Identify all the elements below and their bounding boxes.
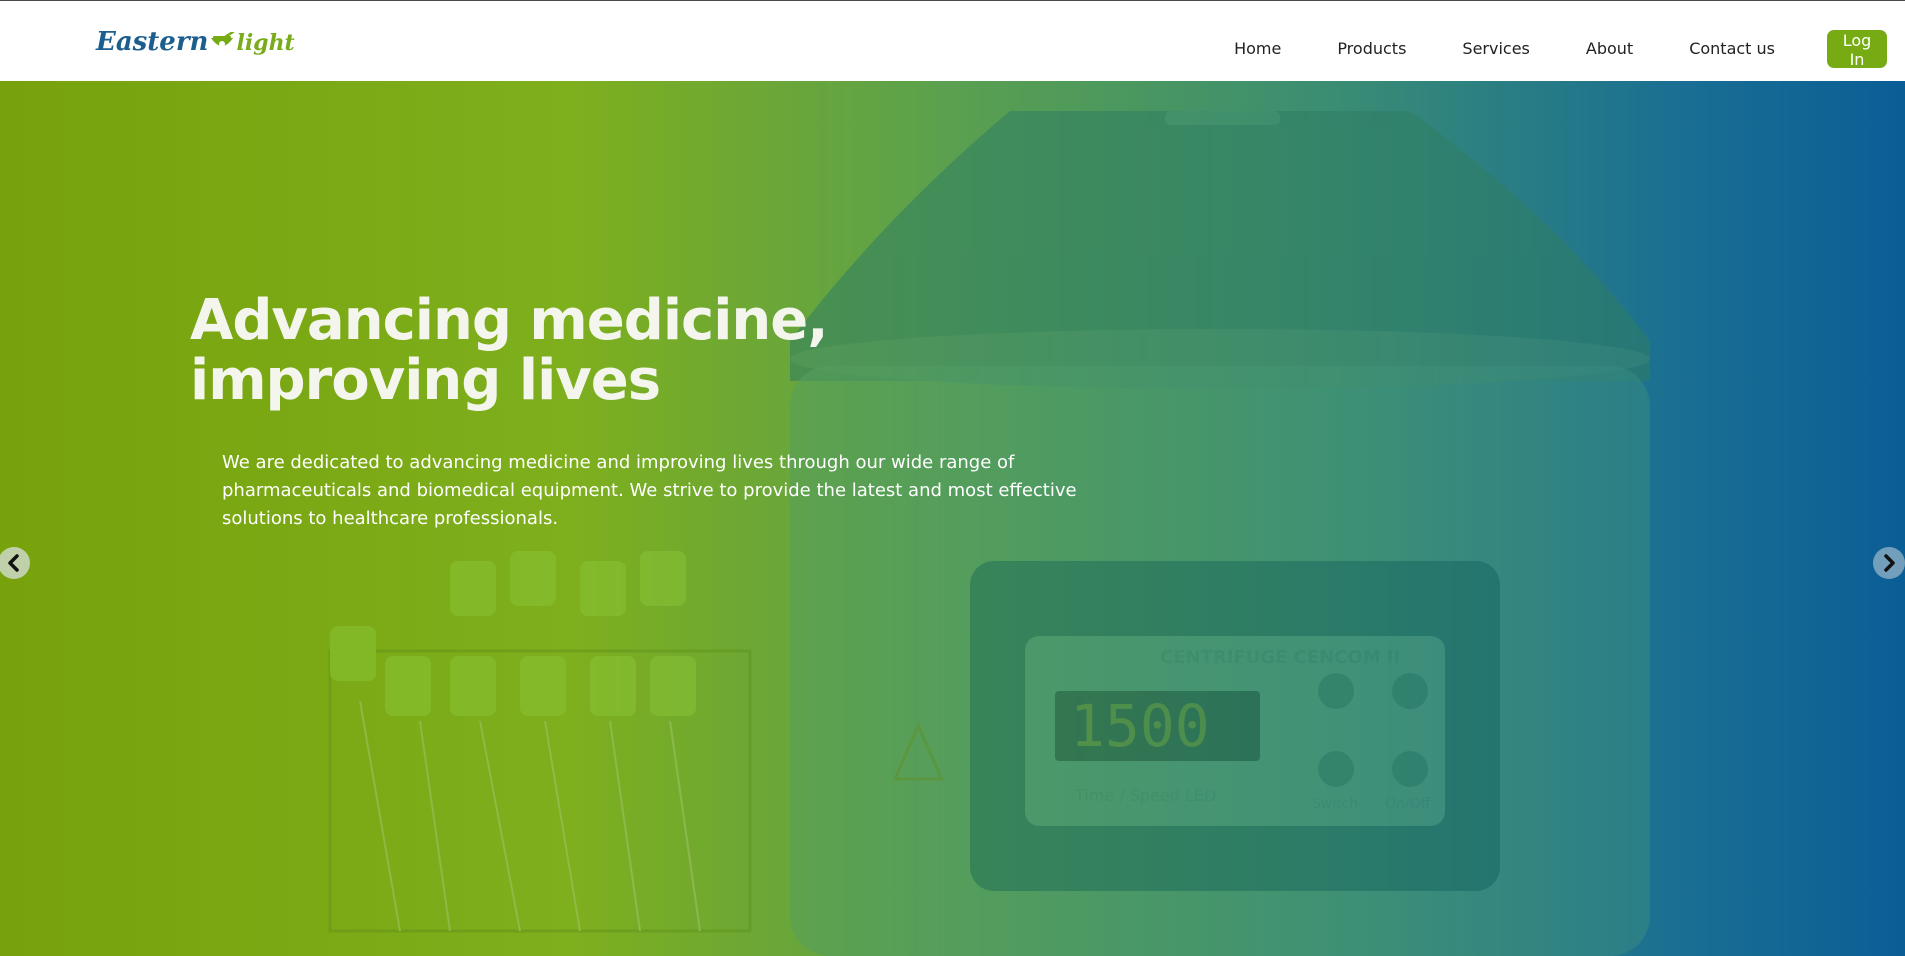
mortar-pestle-icon [209,28,235,50]
chevron-right-icon [1884,554,1895,572]
centrifuge-label-text: CENTRIFUGE CENCOM II [1160,647,1400,668]
centrifuge-onoff-text: On/Off [1385,796,1431,812]
login-button[interactable]: Log In [1827,30,1887,69]
centrifuge-switch-text: Switch [1312,796,1358,812]
nav-contact-us[interactable]: Contact us [1689,39,1775,58]
nav-products[interactable]: Products [1337,39,1406,58]
hero-title-line1: Advancing medicine, [190,288,829,353]
hero-carousel: 1500 CENTRIFUGE CENCOM II Time / Speed L… [0,81,1905,956]
test-tube-rack-illustration [328,551,752,933]
centrifuge-illustration: 1500 CENTRIFUGE CENCOM II Time / Speed L… [790,111,1650,956]
centrifuge-caption-text: Time / Speed LED [1074,786,1216,805]
chevron-left-icon [8,554,19,572]
centrifuge-display-text: 1500 [1070,692,1210,760]
nav-home[interactable]: Home [1234,39,1281,58]
logo-text-light: light [236,30,295,56]
carousel-next-button[interactable] [1873,547,1905,579]
hero-description: We are dedicated to advancing medicine a… [222,452,1077,529]
logo-text-eastern: Eastern [96,27,209,57]
hero-title-line2: improving lives [190,348,661,413]
hero-title: Advancing medicine, improving lives [190,291,890,411]
main-nav: Home Products Services About Contact us [1178,39,1775,58]
nav-about[interactable]: About [1586,39,1633,58]
top-navbar: Eastern light Home Products Services Abo… [0,0,1905,81]
brand-logo[interactable]: Eastern light [96,27,295,63]
nav-services[interactable]: Services [1462,39,1529,58]
